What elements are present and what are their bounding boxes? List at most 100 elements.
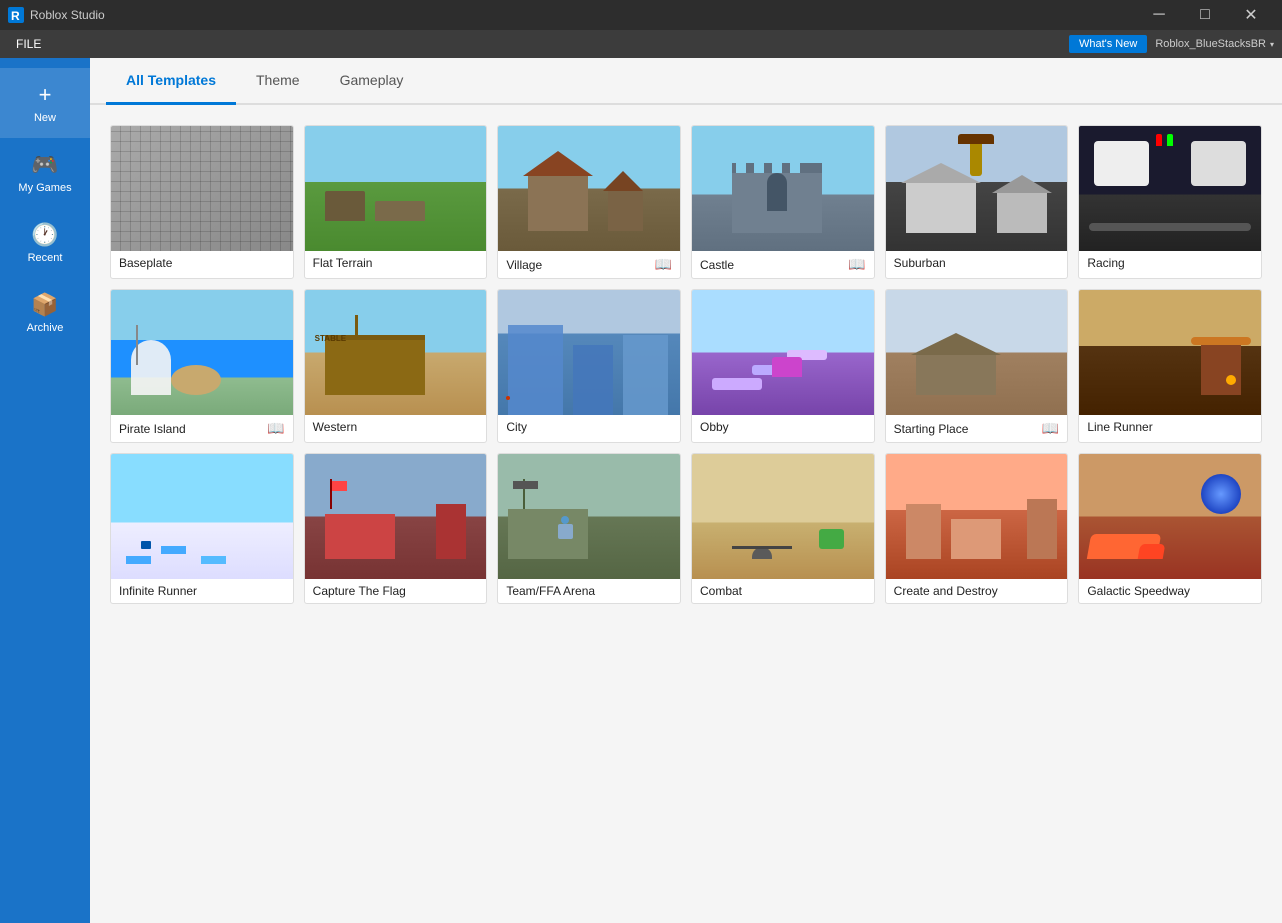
app-title: Roblox Studio — [30, 8, 1136, 22]
template-thumb-create-and-destroy — [886, 454, 1068, 579]
template-card-obby[interactable]: Obby — [691, 289, 875, 443]
template-name-row-village: Village 📖 — [498, 251, 680, 278]
template-card-suburban[interactable]: Suburban — [885, 125, 1069, 279]
template-card-western[interactable]: STABLE Western — [304, 289, 488, 443]
template-thumb-infinite-runner — [111, 454, 293, 579]
sidebar-label-archive: Archive — [27, 322, 64, 334]
template-name-row-team-ffa-arena: Team/FFA Arena — [498, 579, 680, 603]
template-name-baseplate: Baseplate — [119, 256, 172, 270]
titlebar: R Roblox Studio ─ □ ✕ — [0, 0, 1282, 30]
template-thumb-flat-terrain — [305, 126, 487, 251]
template-name-row-western: Western — [305, 415, 487, 439]
template-name-racing: Racing — [1087, 256, 1124, 270]
user-menu[interactable]: Roblox_BlueStacksBR ▾ — [1155, 38, 1274, 50]
maximize-button[interactable]: □ — [1182, 0, 1228, 30]
template-name-row-flat-terrain: Flat Terrain — [305, 251, 487, 275]
template-thumb-combat — [692, 454, 874, 579]
template-card-flat-terrain[interactable]: Flat Terrain — [304, 125, 488, 279]
template-name-create-and-destroy: Create and Destroy — [894, 584, 998, 598]
tabs-bar: All TemplatesThemeGameplay — [90, 58, 1282, 105]
template-card-castle[interactable]: Castle 📖 — [691, 125, 875, 279]
template-card-infinite-runner[interactable]: Infinite Runner — [110, 453, 294, 604]
tab-theme[interactable]: Theme — [236, 58, 320, 105]
tab-all-templates[interactable]: All Templates — [106, 58, 236, 105]
template-name-row-create-and-destroy: Create and Destroy — [886, 579, 1068, 603]
template-thumb-suburban — [886, 126, 1068, 251]
template-name-row-galactic-speedway: Galactic Speedway — [1079, 579, 1261, 603]
book-icon-pirate-island: 📖 — [267, 420, 284, 437]
sidebar-label-my-games: My Games — [18, 182, 71, 194]
template-name-obby: Obby — [700, 420, 729, 434]
template-name-infinite-runner: Infinite Runner — [119, 584, 197, 598]
template-card-create-and-destroy[interactable]: Create and Destroy — [885, 453, 1069, 604]
template-thumb-galactic-speedway — [1079, 454, 1261, 579]
whats-new-button[interactable]: What's New — [1069, 35, 1147, 53]
template-name-row-infinite-runner: Infinite Runner — [111, 579, 293, 603]
template-thumb-line-runner — [1079, 290, 1261, 415]
template-name-row-starting-place: Starting Place 📖 — [886, 415, 1068, 442]
minimize-button[interactable]: ─ — [1136, 0, 1182, 30]
template-card-pirate-island[interactable]: Pirate Island 📖 — [110, 289, 294, 443]
template-thumb-team-ffa-arena — [498, 454, 680, 579]
template-name-western: Western — [313, 420, 357, 434]
my-games-icon: 🎮 — [31, 152, 58, 178]
file-menu[interactable]: FILE — [8, 30, 49, 58]
sidebar-item-recent[interactable]: 🕐 Recent — [0, 208, 90, 278]
book-icon-village: 📖 — [655, 256, 672, 273]
template-name-row-line-runner: Line Runner — [1079, 415, 1261, 439]
template-name-pirate-island: Pirate Island — [119, 422, 186, 436]
menubar: FILE What's New Roblox_BlueStacksBR ▾ — [0, 30, 1282, 58]
sidebar-item-my-games[interactable]: 🎮 My Games — [0, 138, 90, 208]
archive-icon: 📦 — [31, 292, 58, 318]
template-name-row-capture-the-flag: Capture The Flag — [305, 579, 487, 603]
template-thumb-racing — [1079, 126, 1261, 251]
sidebar-label-recent: Recent — [28, 252, 63, 264]
template-thumb-castle — [692, 126, 874, 251]
template-thumb-city — [498, 290, 680, 415]
sidebar-item-new[interactable]: + New — [0, 68, 90, 138]
template-card-village[interactable]: Village 📖 — [497, 125, 681, 279]
template-thumb-capture-the-flag — [305, 454, 487, 579]
template-card-city[interactable]: City — [497, 289, 681, 443]
template-name-village: Village — [506, 258, 542, 272]
template-card-galactic-speedway[interactable]: Galactic Speedway — [1078, 453, 1262, 604]
template-name-row-pirate-island: Pirate Island 📖 — [111, 415, 293, 442]
template-name-castle: Castle — [700, 258, 734, 272]
template-name-row-baseplate: Baseplate — [111, 251, 293, 275]
template-name-galactic-speedway: Galactic Speedway — [1087, 584, 1190, 598]
user-dropdown-arrow: ▾ — [1270, 40, 1274, 49]
main-app: + New 🎮 My Games 🕐 Recent 📦 Archive All … — [0, 58, 1282, 923]
template-card-combat[interactable]: Combat — [691, 453, 875, 604]
new-icon: + — [39, 82, 52, 108]
sidebar: + New 🎮 My Games 🕐 Recent 📦 Archive — [0, 58, 90, 923]
template-thumb-obby — [692, 290, 874, 415]
template-name-capture-the-flag: Capture The Flag — [313, 584, 406, 598]
template-card-capture-the-flag[interactable]: Capture The Flag — [304, 453, 488, 604]
template-card-baseplate[interactable]: Baseplate — [110, 125, 294, 279]
close-button[interactable]: ✕ — [1228, 0, 1274, 30]
template-name-flat-terrain: Flat Terrain — [313, 256, 373, 270]
template-thumb-starting-place — [886, 290, 1068, 415]
template-card-line-runner[interactable]: Line Runner — [1078, 289, 1262, 443]
content-area: All TemplatesThemeGameplay Baseplate Fla… — [90, 58, 1282, 923]
templates-grid: Baseplate Flat Terrain Village 📖 — [110, 125, 1262, 604]
template-name-team-ffa-arena: Team/FFA Arena — [506, 584, 595, 598]
template-card-team-ffa-arena[interactable]: Team/FFA Arena — [497, 453, 681, 604]
tab-gameplay[interactable]: Gameplay — [320, 58, 424, 105]
sidebar-label-new: New — [34, 112, 56, 124]
template-name-starting-place: Starting Place — [894, 422, 969, 436]
template-name-row-city: City — [498, 415, 680, 439]
template-name-row-obby: Obby — [692, 415, 874, 439]
book-icon-starting-place: 📖 — [1042, 420, 1059, 437]
templates-area: Baseplate Flat Terrain Village 📖 — [90, 105, 1282, 923]
template-thumb-baseplate — [111, 126, 293, 251]
template-card-racing[interactable]: Racing — [1078, 125, 1262, 279]
recent-icon: 🕐 — [31, 222, 58, 248]
template-name-suburban: Suburban — [894, 256, 946, 270]
template-card-starting-place[interactable]: Starting Place 📖 — [885, 289, 1069, 443]
svg-text:R: R — [11, 9, 20, 23]
template-thumb-western: STABLE — [305, 290, 487, 415]
sidebar-item-archive[interactable]: 📦 Archive — [0, 278, 90, 348]
roblox-logo-icon: R — [8, 7, 24, 23]
template-name-row-racing: Racing — [1079, 251, 1261, 275]
